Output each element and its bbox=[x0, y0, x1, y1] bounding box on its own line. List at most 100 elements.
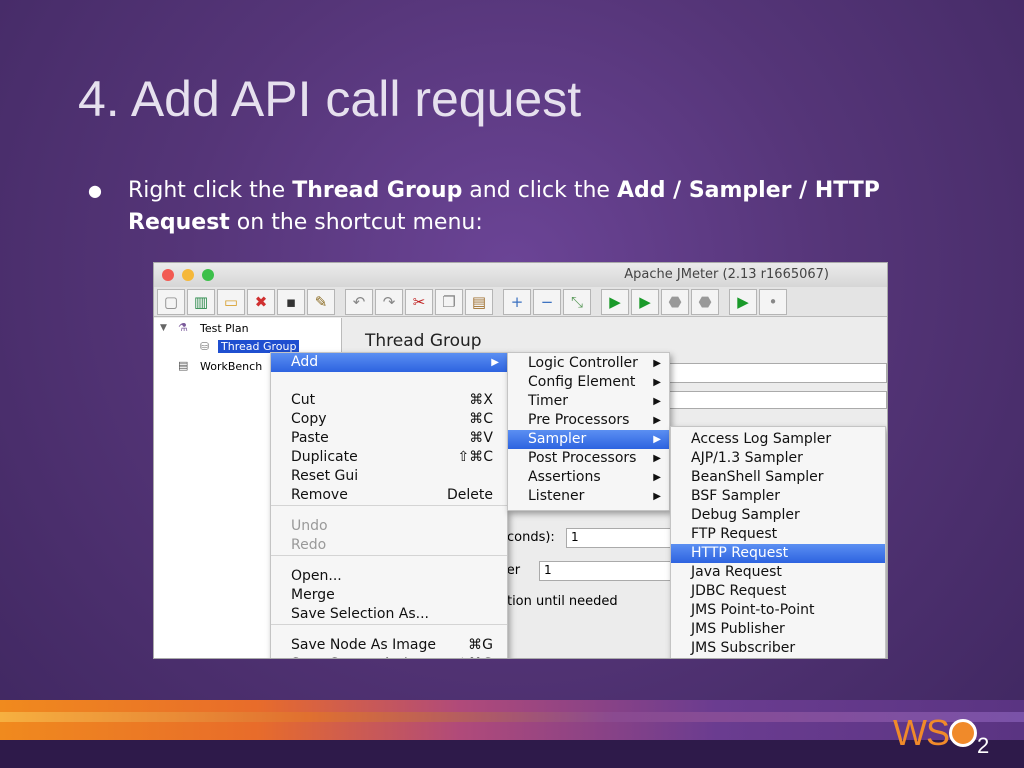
comments-field[interactable] bbox=[669, 391, 887, 409]
menu-label: Assertions bbox=[528, 469, 601, 485]
toolbar-open-button[interactable]: ▭ bbox=[217, 289, 245, 315]
menu-label: Timer bbox=[528, 393, 569, 409]
tree-test-plan[interactable]: Test Plan bbox=[200, 322, 249, 335]
copy-icon: ❐ bbox=[442, 293, 456, 311]
menu-item-merge[interactable]: Merge bbox=[271, 586, 507, 605]
menu-item-listener[interactable]: Listener ▶ bbox=[508, 487, 669, 506]
menu-label: BeanShell Sampler bbox=[691, 469, 824, 485]
menu-item-jms-subscriber[interactable]: JMS Subscriber bbox=[671, 639, 885, 658]
toolbar-save-as-button[interactable]: ✎ bbox=[307, 289, 335, 315]
toolbar-remote-start-button[interactable]: ▶ bbox=[729, 289, 757, 315]
menu-item-debug-sampler[interactable]: Debug Sampler bbox=[671, 506, 885, 525]
menu-item-ajp-1-3-sampler[interactable]: AJP/1.3 Sampler bbox=[671, 449, 885, 468]
title-bar: Apache JMeter (2.13 r1665067) bbox=[154, 263, 887, 287]
start-no-pause-icon: ▶ bbox=[639, 293, 651, 311]
menu-item-undo[interactable]: Undo bbox=[271, 517, 507, 536]
menu-label: Save Node As Image bbox=[291, 637, 436, 653]
menu-item-beanshell-sampler[interactable]: BeanShell Sampler bbox=[671, 468, 885, 487]
window-title: Apache JMeter (2.13 r1665067) bbox=[624, 267, 829, 282]
menu-label: Access Log Sampler bbox=[691, 431, 832, 447]
close-icon: ✖ bbox=[254, 293, 268, 311]
tree-workbench[interactable]: WorkBench bbox=[200, 360, 262, 373]
loop-count-field[interactable]: 1 bbox=[539, 561, 674, 581]
expand-triangle-icon[interactable]: ▼ bbox=[160, 323, 167, 333]
menu-item-remove[interactable]: Remove Delete bbox=[271, 486, 507, 505]
toolbar-stop-button[interactable]: ⬣ bbox=[661, 289, 689, 315]
name-field[interactable] bbox=[669, 363, 887, 383]
menu-item-redo[interactable]: Redo bbox=[271, 536, 507, 555]
toolbar-save-button[interactable]: ▪ bbox=[277, 289, 305, 315]
zoom-button[interactable] bbox=[202, 269, 214, 281]
menu-item-pre-processors[interactable]: Pre Processors ▶ bbox=[508, 411, 669, 430]
menu-label: Undo bbox=[291, 518, 328, 534]
menu-item-ftp-request[interactable]: FTP Request bbox=[671, 525, 885, 544]
footer-stripe-accent bbox=[0, 712, 1024, 722]
toolbar-undo-button[interactable]: ↶ bbox=[345, 289, 373, 315]
jmeter-screenshot: Apache JMeter (2.13 r1665067) ▢ ▥ ▭ ✖ ▪ ✎ ↶ ↷ ✂ ❐… bbox=[153, 262, 888, 659]
toolbar-shutdown-button[interactable]: ⬣ bbox=[691, 289, 719, 315]
remote-start-icon: ▶ bbox=[737, 293, 749, 311]
flask-icon: ⚗ bbox=[178, 321, 188, 334]
menu-item-cut[interactable]: Cut ⌘X bbox=[271, 391, 507, 410]
menu-item-save-node-as-image[interactable]: Save Node As Image ⌘G bbox=[271, 636, 507, 655]
toolbar-cut-button[interactable]: ✂ bbox=[405, 289, 433, 315]
slide-title: 4. Add API call request bbox=[78, 71, 582, 127]
spool-icon: ⛁ bbox=[200, 340, 210, 353]
toolbar-close-button[interactable]: ✖ bbox=[247, 289, 275, 315]
menu-item-config-element[interactable]: Config Element ▶ bbox=[508, 373, 669, 392]
submenu-arrow-icon: ▶ bbox=[653, 415, 661, 426]
menu-item-post-processors[interactable]: Post Processors ▶ bbox=[508, 449, 669, 468]
menu-item-save-screen-as-image[interactable]: Save Screen As Image ⇧⌘G bbox=[271, 655, 507, 658]
toolbar-collapse-button[interactable]: − bbox=[533, 289, 561, 315]
menu-label: Java Request bbox=[691, 564, 782, 580]
menu-item-reset-gui[interactable]: Reset Gui bbox=[271, 467, 507, 486]
menu-label: Config Element bbox=[528, 374, 636, 390]
menu-item-copy[interactable]: Copy ⌘C bbox=[271, 410, 507, 429]
menu-item-duplicate[interactable]: Duplicate ⇧⌘C bbox=[271, 448, 507, 467]
remote-clear-icon: • bbox=[768, 293, 778, 311]
menu-label: Open... bbox=[291, 568, 342, 584]
menu-item-java-request[interactable]: Java Request bbox=[671, 563, 885, 582]
minimize-button[interactable] bbox=[182, 269, 194, 281]
undo-icon: ↶ bbox=[352, 293, 366, 311]
menu-item-bsf-sampler[interactable]: BSF Sampler bbox=[671, 487, 885, 506]
ramp-up-field[interactable]: 1 bbox=[566, 528, 676, 548]
toolbar-remote-clear-button[interactable]: • bbox=[759, 289, 787, 315]
toolbar-paste-button[interactable]: ▤ bbox=[465, 289, 493, 315]
menu-item-jms-publisher[interactable]: JMS Publisher bbox=[671, 620, 885, 639]
menu-item-logic-controller[interactable]: Logic Controller ▶ bbox=[508, 354, 669, 373]
menu-item-paste[interactable]: Paste ⌘V bbox=[271, 429, 507, 448]
menu-item-save-selection-as[interactable]: Save Selection As... bbox=[271, 605, 507, 624]
wso2-logo: WS 2 bbox=[893, 712, 989, 759]
toolbar-new-button[interactable]: ▢ bbox=[157, 289, 185, 315]
menu-shortcut: ⌘C bbox=[469, 411, 493, 427]
menu-shortcut: ⇧⌘C bbox=[457, 449, 493, 465]
toolbar-copy-button[interactable]: ❐ bbox=[435, 289, 463, 315]
menu-item-jdbc-request[interactable]: JDBC Request bbox=[671, 582, 885, 601]
menu-item-open[interactable]: Open... bbox=[271, 567, 507, 586]
menu-shortcut: ⇧⌘G bbox=[456, 655, 493, 658]
text: and click the bbox=[462, 178, 617, 203]
bullet-dot: ● bbox=[88, 181, 102, 200]
toolbar-expand-button[interactable]: + bbox=[503, 289, 531, 315]
menu-item-timer[interactable]: Timer ▶ bbox=[508, 392, 669, 411]
toolbar-start-button[interactable]: ▶ bbox=[601, 289, 629, 315]
menu-item-jms-point-to-point[interactable]: JMS Point-to-Point bbox=[671, 601, 885, 620]
menu-label: Logic Controller bbox=[528, 355, 638, 371]
menu-item-sampler[interactable]: Sampler ▶ bbox=[508, 430, 669, 449]
menu-item-assertions[interactable]: Assertions ▶ bbox=[508, 468, 669, 487]
submenu-arrow-icon: ▶ bbox=[653, 453, 661, 464]
menu-label: Paste bbox=[291, 430, 329, 446]
menu-label: BSF Sampler bbox=[691, 488, 780, 504]
menu-label: JDBC Request bbox=[691, 583, 787, 599]
menu-item-add[interactable]: Add ▶ bbox=[271, 353, 507, 372]
toolbar-toggle-button[interactable]: ⤡ bbox=[563, 289, 591, 315]
toolbar-start-no-pause-button[interactable]: ▶ bbox=[631, 289, 659, 315]
toolbar-templates-button[interactable]: ▥ bbox=[187, 289, 215, 315]
menu-item-access-log-sampler[interactable]: Access Log Sampler bbox=[671, 430, 885, 449]
toggle-icon: ⤡ bbox=[570, 293, 583, 311]
close-button[interactable] bbox=[162, 269, 174, 281]
toolbar-redo-button[interactable]: ↷ bbox=[375, 289, 403, 315]
footer-band bbox=[0, 740, 1024, 768]
menu-item-http-request[interactable]: HTTP Request bbox=[671, 544, 885, 563]
